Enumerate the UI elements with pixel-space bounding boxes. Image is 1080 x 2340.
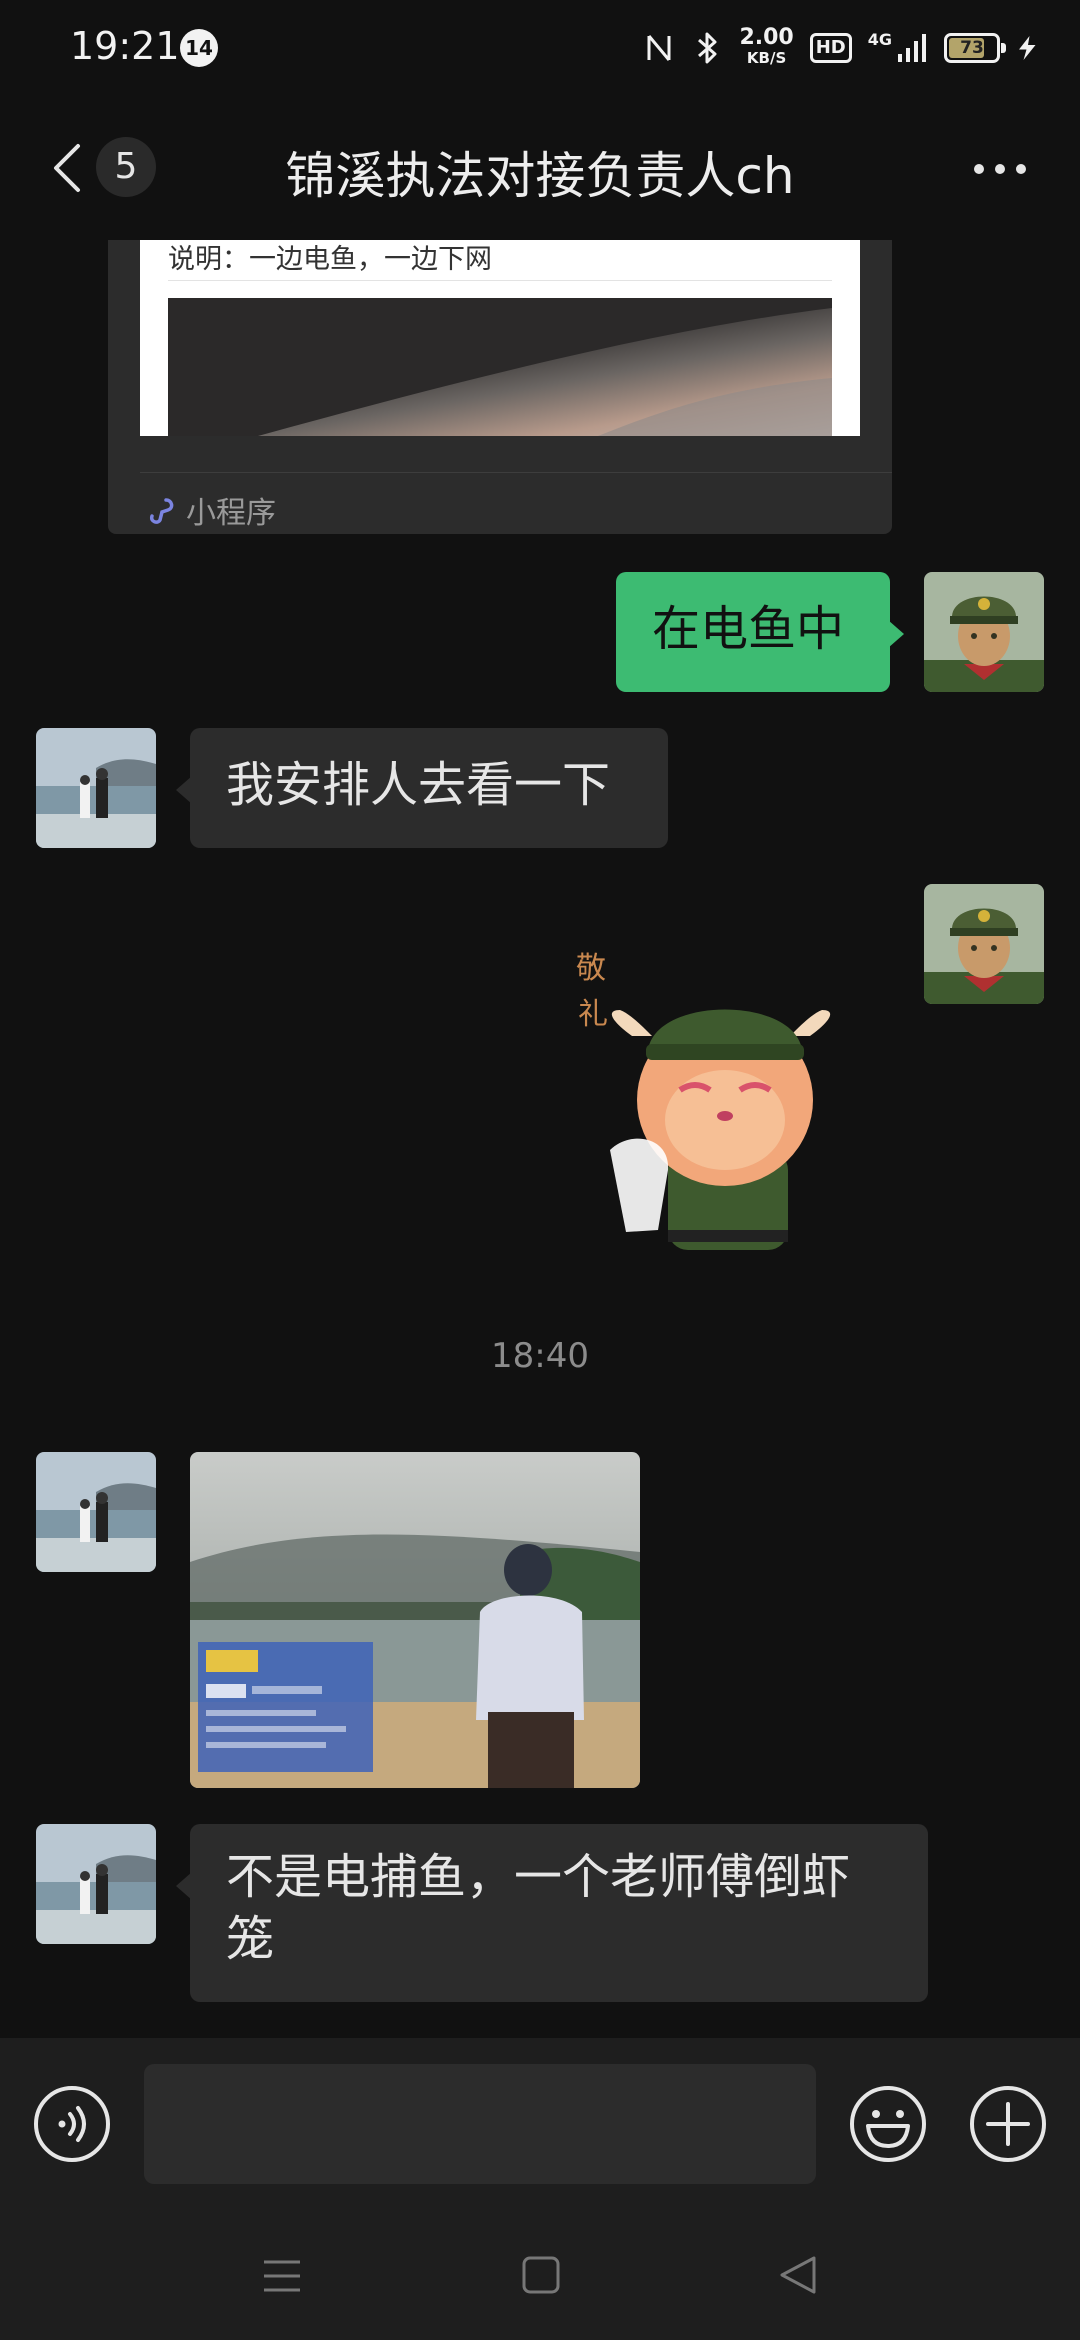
message-text-line: 笼 (226, 1911, 275, 1967)
nav-menu-icon[interactable] (262, 2256, 302, 2296)
status-time: 19:21 (70, 24, 180, 68)
message-text: 在电鱼中 (652, 601, 845, 657)
message-timestamp: 18:40 (491, 1336, 589, 1376)
divider (168, 280, 832, 281)
mini-program-label: 小程序 (186, 496, 276, 531)
mini-program-card[interactable]: 说明：一边电鱼，一边下网 小程序 (108, 240, 892, 534)
avatar-other[interactable] (36, 728, 156, 848)
message-text: 我安排人去看一下 (226, 757, 611, 813)
battery-level: 73 (960, 38, 984, 58)
nav-back-icon[interactable] (778, 2254, 818, 2296)
status-icons: 2.00 KB/S HD 4G 73 (643, 26, 1040, 70)
avatar-me[interactable] (924, 572, 1044, 692)
avatar-me[interactable] (924, 884, 1044, 1004)
emoji-icon[interactable] (848, 2084, 928, 2164)
unread-count-badge[interactable]: 5 (96, 137, 156, 197)
nav-home-icon[interactable] (522, 2256, 560, 2294)
signal-icon (898, 34, 926, 62)
chat-title: 锦溪执法对接负责人ch (285, 147, 795, 205)
message-text-line: 不是电捕鱼，一个老师傅倒虾 (226, 1849, 851, 1905)
message-bubble-other[interactable]: 不是电捕鱼，一个老师傅倒虾 笼 (176, 1824, 928, 2002)
net-speed: 2.00 KB/S (739, 25, 794, 68)
avatar-other[interactable] (36, 1452, 156, 1572)
notification-badge: 14 (180, 29, 218, 67)
sticker-salute[interactable]: 敬 礼 (560, 940, 890, 1260)
net-speed-unit: KB/S (746, 49, 787, 67)
more-icon[interactable] (972, 162, 1028, 176)
mini-program-preview: 说明：一边电鱼，一边下网 (140, 240, 860, 436)
svg-text:敬: 敬 (576, 951, 606, 986)
net-speed-value: 2.00 (739, 25, 794, 50)
hd-badge: HD (809, 33, 852, 63)
bluetooth-icon (698, 32, 717, 64)
battery-icon: 73 (944, 33, 1006, 63)
mini-program-description: 说明：一边电鱼，一边下网 (168, 244, 492, 275)
mini-program-footer: 小程序 (146, 488, 276, 532)
network-type: 4G (867, 29, 892, 49)
message-bubble-other[interactable]: 我安排人去看一下 (176, 728, 668, 848)
back-icon[interactable] (48, 142, 84, 194)
charging-icon (1019, 36, 1036, 60)
link-icon (149, 498, 174, 524)
message-input[interactable] (144, 2064, 816, 2184)
plus-icon[interactable] (968, 2084, 1048, 2164)
divider (140, 472, 892, 473)
message-bubble-me[interactable]: 在电鱼中 (616, 572, 904, 692)
svg-text:礼: 礼 (578, 997, 608, 1032)
avatar-other[interactable] (36, 1824, 156, 1944)
status-bar: 19:21 14 2.00 KB/S HD 4G 73 (0, 0, 1080, 100)
voice-icon[interactable] (32, 2084, 112, 2164)
image-message[interactable] (190, 1452, 640, 1788)
nfc-icon (647, 35, 671, 61)
mini-program-photo (168, 298, 832, 436)
